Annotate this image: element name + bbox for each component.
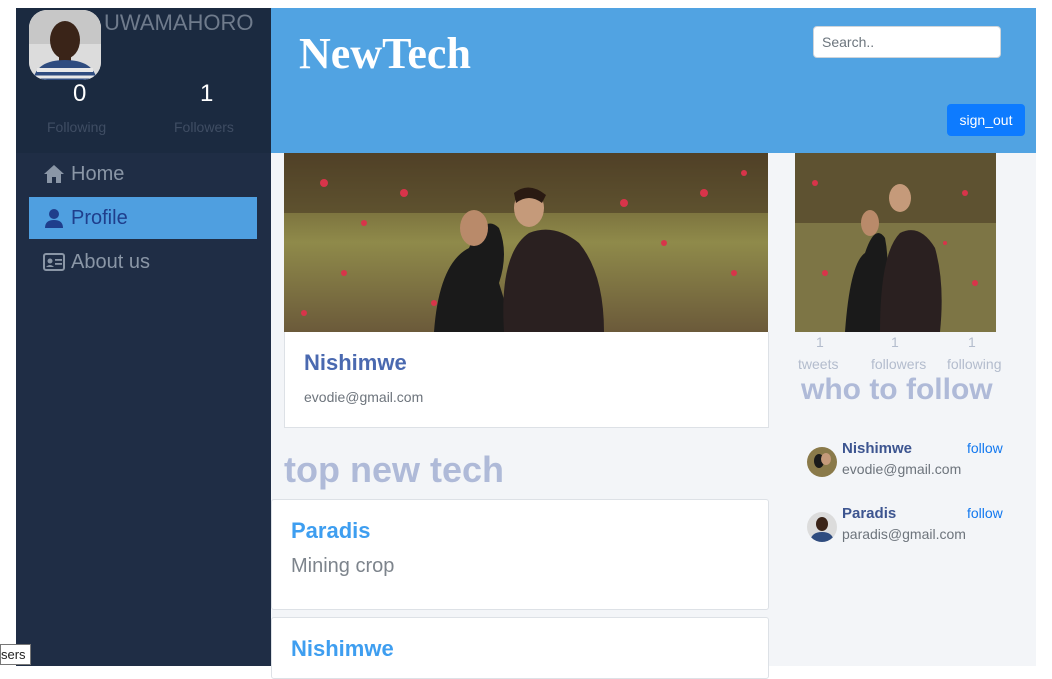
suggestion-name[interactable]: Nishimwe [842, 440, 912, 457]
sidebar-item-home[interactable]: Home [29, 153, 257, 195]
suggestion-name[interactable]: Paradis [842, 505, 896, 522]
brand-title: NewTech [299, 29, 471, 78]
avatar [29, 10, 101, 80]
tooltip: sers [0, 644, 31, 665]
right-following-count: 1 [968, 334, 976, 350]
post-card[interactable]: Nishimwe [271, 617, 769, 679]
sidebar-item-label: Profile [71, 206, 128, 229]
follow-link[interactable]: follow [967, 440, 1003, 456]
following-count: 0 [73, 80, 87, 107]
cover-photo [284, 153, 768, 332]
follow-link[interactable]: follow [967, 505, 1003, 521]
avatar [807, 447, 837, 477]
user-summary: UWAMAHORO 0 Following 1 Followers [16, 8, 271, 153]
main-content: Nishimwe evodie@gmail.com top new tech P… [271, 153, 1036, 679]
tweets-label: tweets [798, 356, 839, 372]
post-author[interactable]: Nishimwe [291, 636, 394, 662]
right-profile-photo [795, 153, 996, 332]
right-following-label: following [947, 356, 1002, 372]
username: UWAMAHORO [104, 10, 254, 35]
sign-out-button[interactable]: sign_out [947, 104, 1025, 136]
profile-name: Nishimwe [304, 350, 407, 375]
tweets-count: 1 [816, 334, 824, 350]
home-icon [43, 163, 65, 185]
id-card-icon [43, 251, 65, 273]
top-header: NewTech sign_out [271, 8, 1036, 153]
section-title: top new tech [284, 449, 505, 490]
post-text: Mining crop [291, 555, 395, 577]
sidebar-item-label: Home [71, 162, 125, 185]
search-input[interactable] [813, 26, 1001, 58]
avatar [807, 512, 837, 542]
right-followers-count: 1 [891, 334, 899, 350]
suggestion-email: evodie@gmail.com [842, 461, 962, 477]
following-label[interactable]: Following [47, 119, 106, 135]
post-author[interactable]: Paradis [291, 518, 371, 544]
followers-count: 1 [200, 80, 214, 107]
sidebar-item-about[interactable]: About us [29, 241, 257, 283]
sidebar-item-profile[interactable]: Profile [29, 197, 257, 239]
right-followers-label: followers [871, 356, 927, 372]
user-icon [43, 207, 65, 229]
profile-card: Nishimwe evodie@gmail.com [284, 332, 769, 428]
suggestion-item: Nishimwe evodie@gmail.com follow [807, 440, 1017, 486]
sidebar: UWAMAHORO 0 Following 1 Followers Home P… [16, 8, 271, 666]
profile-email: evodie@gmail.com [304, 389, 424, 405]
post-card[interactable]: Paradis Mining crop [271, 499, 769, 610]
followers-label[interactable]: Followers [174, 119, 234, 135]
suggestion-item: Paradis paradis@gmail.com follow [807, 505, 1017, 551]
sidebar-item-label: About us [71, 250, 150, 273]
who-to-follow-title: who to follow [801, 373, 993, 406]
suggestion-email: paradis@gmail.com [842, 526, 966, 542]
